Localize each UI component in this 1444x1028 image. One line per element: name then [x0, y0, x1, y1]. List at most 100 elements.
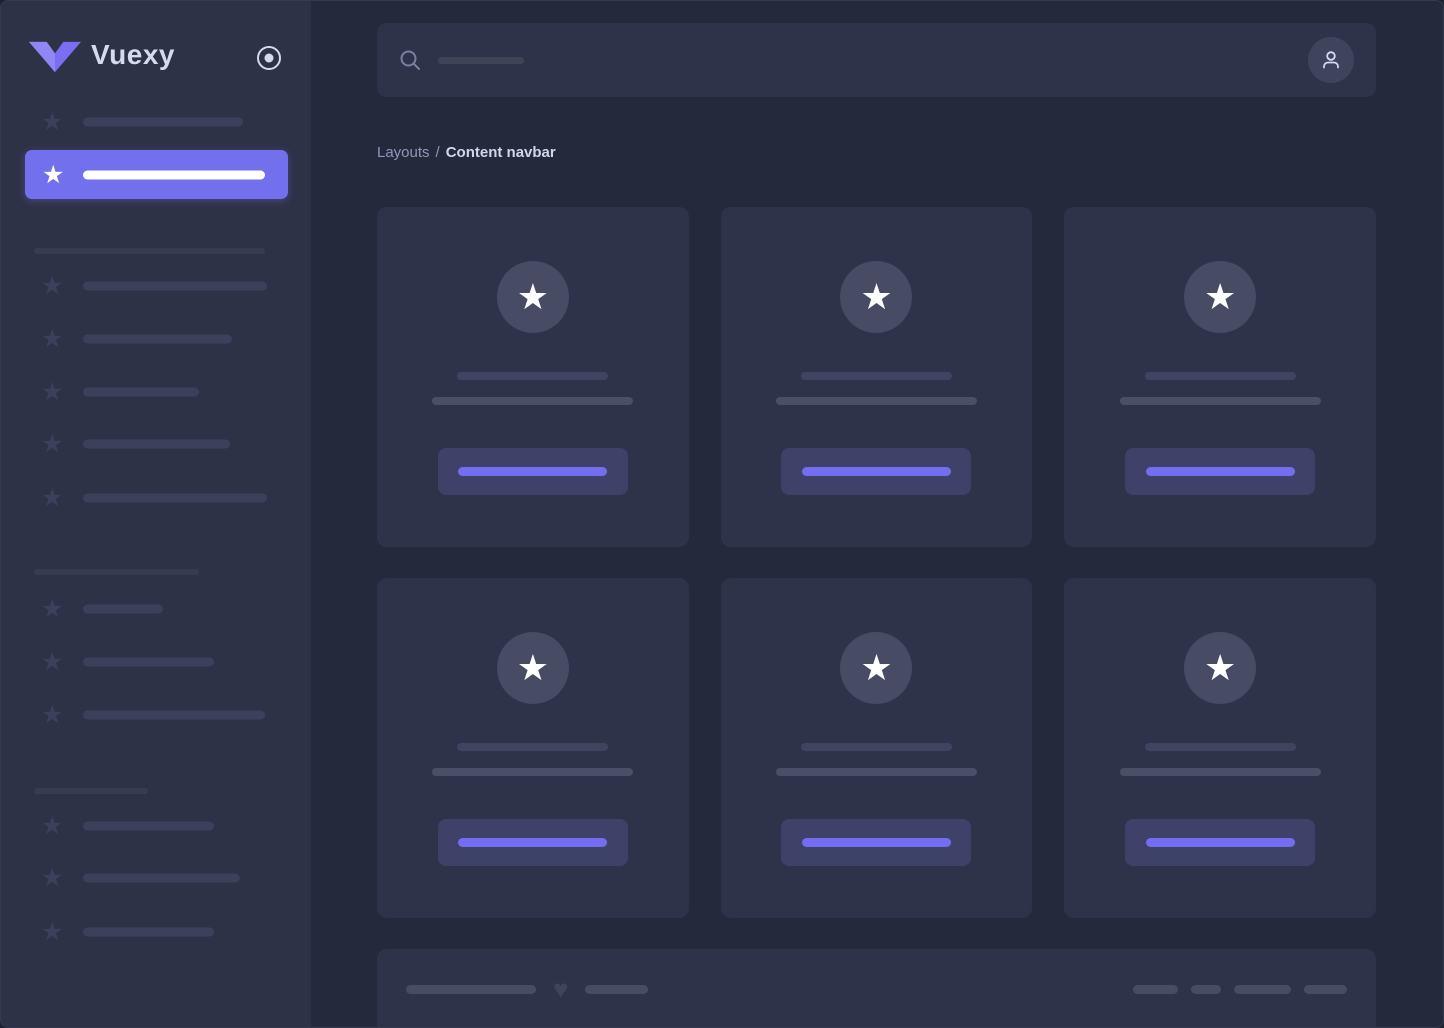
- card-action-button[interactable]: [438, 448, 628, 495]
- demo-card: ★: [1064, 207, 1376, 547]
- card-title-skeleton: [801, 743, 952, 751]
- footer-content: ♥: [406, 977, 1347, 1001]
- sidebar-item[interactable]: ★: [1, 273, 311, 299]
- button-label-skeleton: [802, 838, 951, 847]
- card-avatar: ★: [840, 632, 912, 704]
- sidebar-item[interactable]: ★: [1, 813, 311, 839]
- menu-label-skeleton: [83, 335, 232, 344]
- menu-section-header-skeleton: [34, 248, 265, 254]
- person-icon: [1319, 48, 1343, 72]
- star-icon: ★: [860, 279, 892, 315]
- demo-card: ★: [377, 578, 689, 918]
- menu-label-skeleton: [83, 170, 265, 179]
- record-circle-icon[interactable]: [255, 44, 283, 72]
- footer-links: [1133, 985, 1347, 994]
- button-label-skeleton: [802, 467, 951, 476]
- card-avatar: ★: [1184, 261, 1256, 333]
- star-icon: ★: [41, 919, 63, 945]
- sidebar-item[interactable]: ★: [1, 431, 311, 457]
- menu-label-skeleton: [83, 928, 214, 937]
- user-avatar[interactable]: [1308, 37, 1354, 83]
- footer-link-skeleton: [1304, 985, 1347, 994]
- star-icon: ★: [41, 431, 63, 457]
- footer-link-skeleton: [1133, 985, 1178, 994]
- menu-label-skeleton: [83, 440, 230, 449]
- star-icon: ★: [41, 702, 63, 728]
- card-title-skeleton: [1145, 372, 1296, 380]
- star-icon: ★: [41, 109, 63, 135]
- sidebar-item[interactable]: ★: [1, 109, 311, 135]
- menu-label-skeleton: [83, 822, 214, 831]
- sidebar-item[interactable]: ★: [1, 379, 311, 405]
- card-text-skeleton: [1120, 768, 1321, 776]
- sidebar-item[interactable]: ★: [1, 326, 311, 352]
- search-input[interactable]: [399, 49, 1308, 71]
- card-avatar: ★: [497, 261, 569, 333]
- card-title-skeleton: [457, 743, 608, 751]
- brand-row: Vuexy: [1, 1, 311, 96]
- menu-label-skeleton: [83, 711, 265, 720]
- menu-label-skeleton: [83, 874, 240, 883]
- star-icon: ★: [517, 650, 549, 686]
- demo-card: ★: [1064, 578, 1376, 918]
- breadcrumb-parent[interactable]: Layouts: [377, 144, 430, 161]
- button-label-skeleton: [458, 838, 607, 847]
- breadcrumb-current: Content navbar: [446, 144, 556, 161]
- sidebar-item[interactable]: ★: [1, 865, 311, 891]
- star-icon: ★: [41, 273, 63, 299]
- card-action-button[interactable]: [438, 819, 628, 866]
- star-icon: ★: [41, 485, 63, 511]
- menu-label-skeleton: [83, 494, 267, 503]
- card-action-button[interactable]: [781, 819, 971, 866]
- footer-text-skeleton: [585, 985, 648, 994]
- footer: ♥: [377, 949, 1376, 1028]
- search-placeholder-skeleton: [438, 57, 524, 64]
- card-title-skeleton: [457, 372, 608, 380]
- card-text-skeleton: [776, 768, 977, 776]
- star-icon: ★: [860, 650, 892, 686]
- card-text-skeleton: [1120, 397, 1321, 405]
- card-avatar: ★: [840, 261, 912, 333]
- card-text-skeleton: [776, 397, 977, 405]
- menu-label-skeleton: [83, 658, 214, 667]
- star-icon: ★: [41, 865, 63, 891]
- breadcrumb-separator: /: [436, 144, 440, 161]
- card-action-button[interactable]: [781, 448, 971, 495]
- sidebar-item[interactable]: ★: [1, 919, 311, 945]
- button-label-skeleton: [458, 467, 607, 476]
- card-text-skeleton: [432, 397, 633, 405]
- card-grid: ★ ★ ★: [377, 207, 1376, 918]
- footer-link-skeleton: [1234, 985, 1291, 994]
- star-icon: ★: [41, 813, 63, 839]
- sidebar-item[interactable]: ★: [1, 702, 311, 728]
- card-avatar: ★: [497, 632, 569, 704]
- sidebar-item-active[interactable]: ★: [25, 150, 288, 199]
- sidebar-item[interactable]: ★: [1, 596, 311, 622]
- demo-card: ★: [721, 207, 1033, 547]
- button-label-skeleton: [1146, 467, 1295, 476]
- demo-card: ★: [721, 578, 1033, 918]
- star-icon: ★: [1204, 650, 1236, 686]
- brand-name: Vuexy: [91, 39, 175, 71]
- star-icon: ★: [42, 162, 64, 188]
- menu-label-skeleton: [83, 388, 199, 397]
- app-window: Vuexy ★ ★ ★ ★ ★: [0, 0, 1444, 1028]
- card-text-skeleton: [432, 768, 633, 776]
- card-title-skeleton: [1145, 743, 1296, 751]
- star-icon: ★: [1204, 279, 1236, 315]
- menu-section-header-skeleton: [34, 569, 199, 575]
- menu-label-skeleton: [83, 282, 267, 291]
- card-action-button[interactable]: [1125, 819, 1315, 866]
- sidebar-item[interactable]: ★: [1, 649, 311, 675]
- card-avatar: ★: [1184, 632, 1256, 704]
- star-icon: ★: [41, 326, 63, 352]
- menu-label-skeleton: [83, 118, 243, 127]
- breadcrumb: Layouts / Content navbar: [377, 144, 1376, 164]
- demo-card: ★: [377, 207, 689, 547]
- sidebar: Vuexy ★ ★ ★ ★ ★: [1, 1, 311, 1027]
- sidebar-item[interactable]: ★: [1, 485, 311, 511]
- star-icon: ★: [41, 379, 63, 405]
- top-navbar: [377, 23, 1376, 97]
- card-action-button[interactable]: [1125, 448, 1315, 495]
- main-content: Layouts / Content navbar ★ ★: [311, 1, 1444, 1027]
